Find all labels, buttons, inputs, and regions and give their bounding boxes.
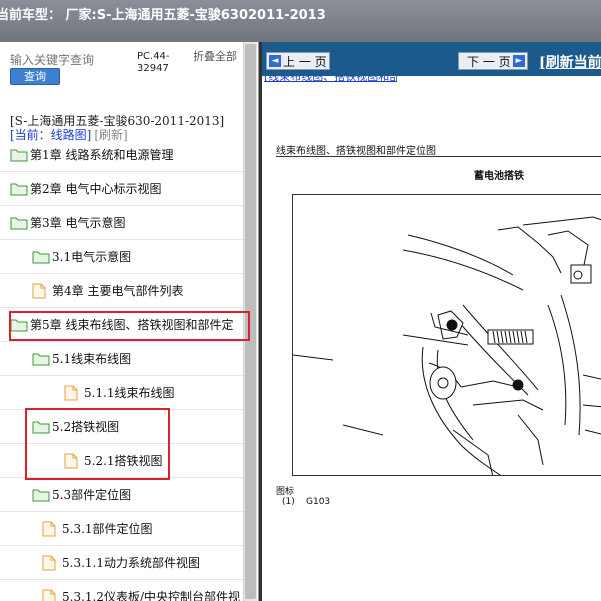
file-icon — [42, 589, 56, 601]
tree-item[interactable]: 第5章 线束布线图、搭铁视图和部件定 — [0, 308, 248, 342]
next-page-button[interactable]: 下 一 页 ► — [458, 52, 528, 70]
folder-icon — [10, 147, 28, 166]
prev-page-label: 上 一 页 — [283, 55, 327, 69]
tree-item-label: 5.3.1.2仪表板/中央控制台部件视 — [62, 590, 241, 601]
tree-item-label: 5.1线束布线图 — [52, 352, 132, 366]
search-button[interactable]: 查询 — [10, 68, 60, 85]
file-icon — [32, 283, 46, 303]
tree-item[interactable]: 5.3部件定位图 — [0, 478, 248, 512]
file-icon — [64, 385, 78, 405]
tree-item[interactable]: 第1章 线路系统和电源管理 — [0, 138, 248, 172]
search-input[interactable] — [10, 52, 102, 68]
file-icon — [42, 521, 56, 541]
tree-item[interactable]: 5.3.1.1动力系统部件视图 — [0, 546, 248, 580]
tree-item[interactable]: 5.1.1线束布线图 — [0, 376, 248, 410]
scrollbar[interactable] — [243, 42, 257, 601]
title-bar: 当前车型： 厂家:S-上海通用五菱-宝骏6302011-2013 — [0, 0, 601, 43]
doc-subtitle: 蓄电池搭铁 — [474, 171, 524, 182]
tree-item-label: 5.2.1搭铁视图 — [84, 454, 163, 468]
legend-number: (1) — [282, 497, 295, 507]
tree-item[interactable]: 3.1电气示意图 — [0, 240, 248, 274]
sidebar: 查询 PC.44-32947 折叠全部 [S-上海通用五菱-宝骏630-2011… — [0, 42, 259, 601]
tree-item[interactable]: 5.1线束布线图 — [0, 342, 248, 376]
tree-item-label: 第2章 电气中心标示视图 — [30, 182, 162, 196]
ground-diagram — [292, 194, 601, 476]
tree-item-label: 5.3部件定位图 — [52, 488, 132, 502]
tree-item-label: 第3章 电气示意图 — [30, 216, 126, 230]
title-text: 当前车型： 厂家:S-上海通用五菱-宝骏6302011-2013 — [0, 8, 326, 23]
folder-icon — [32, 487, 50, 506]
fold-all-link[interactable]: 折叠全部 — [193, 51, 237, 63]
tree-item-label: 5.2搭铁视图 — [52, 420, 120, 434]
document-viewer: ◄ 上 一 页 下 一 页 ► [刷新当前 [线束布线图、搭铁视图和部件定位图]… — [259, 42, 601, 601]
file-icon — [42, 555, 56, 575]
tree-item[interactable]: 5.2.1搭铁视图 — [0, 444, 248, 478]
tree-item-label: 3.1电气示意图 — [52, 250, 132, 264]
tree-item-label: 5.1.1线束布线图 — [84, 386, 175, 400]
tree-item-label: 第1章 线路系统和电源管理 — [30, 148, 174, 162]
divider — [276, 156, 601, 157]
doc-title: 线束布线图、搭铁视图和部件定位图 — [276, 146, 436, 157]
file-icon — [64, 453, 78, 473]
refresh-current-link[interactable]: [刷新当前 — [539, 52, 601, 72]
legend-value: G103 — [306, 497, 331, 507]
tree-item-label: 5.3.1部件定位图 — [62, 522, 153, 536]
tree-item-label: 第5章 线束布线图、搭铁视图和部件定 — [30, 318, 234, 332]
arrow-left-icon: ◄ — [269, 55, 281, 67]
tree-item[interactable]: 第3章 电气示意图 — [0, 206, 248, 240]
folder-icon — [10, 215, 28, 234]
cut-link[interactable]: [线束布线图、搭铁视图和部件定位图] — [262, 76, 397, 82]
folder-icon — [10, 317, 28, 336]
ground-diagram-drawing — [293, 216, 601, 475]
tree-item[interactable]: 第2章 电气中心标示视图 — [0, 172, 248, 206]
tree-item-label: 5.3.1.1动力系统部件视图 — [62, 556, 200, 570]
scrollbar-thumb[interactable] — [245, 44, 256, 599]
tree-item[interactable]: 5.2搭铁视图 — [0, 410, 248, 444]
folder-icon — [32, 419, 50, 438]
arrow-right-icon: ► — [513, 55, 525, 67]
legend-header: 图标 — [276, 487, 295, 497]
folder-icon — [32, 351, 50, 370]
prev-page-button[interactable]: ◄ 上 一 页 — [266, 52, 330, 70]
folder-icon — [32, 249, 50, 268]
next-page-label: 下 一 页 — [467, 55, 511, 69]
folder-icon — [10, 181, 28, 200]
tree-item[interactable]: 第4章 主要电气部件列表 — [0, 274, 248, 308]
tree-item[interactable]: 5.3.1部件定位图 — [0, 512, 248, 546]
pc-code: PC.44-32947 — [137, 51, 170, 74]
page-nav-bar: ◄ 上 一 页 下 一 页 ► [刷新当前 — [262, 42, 601, 76]
tree-item[interactable]: 5.3.1.2仪表板/中央控制台部件视 — [0, 580, 248, 601]
tree-item-label: 第4章 主要电气部件列表 — [52, 284, 184, 298]
